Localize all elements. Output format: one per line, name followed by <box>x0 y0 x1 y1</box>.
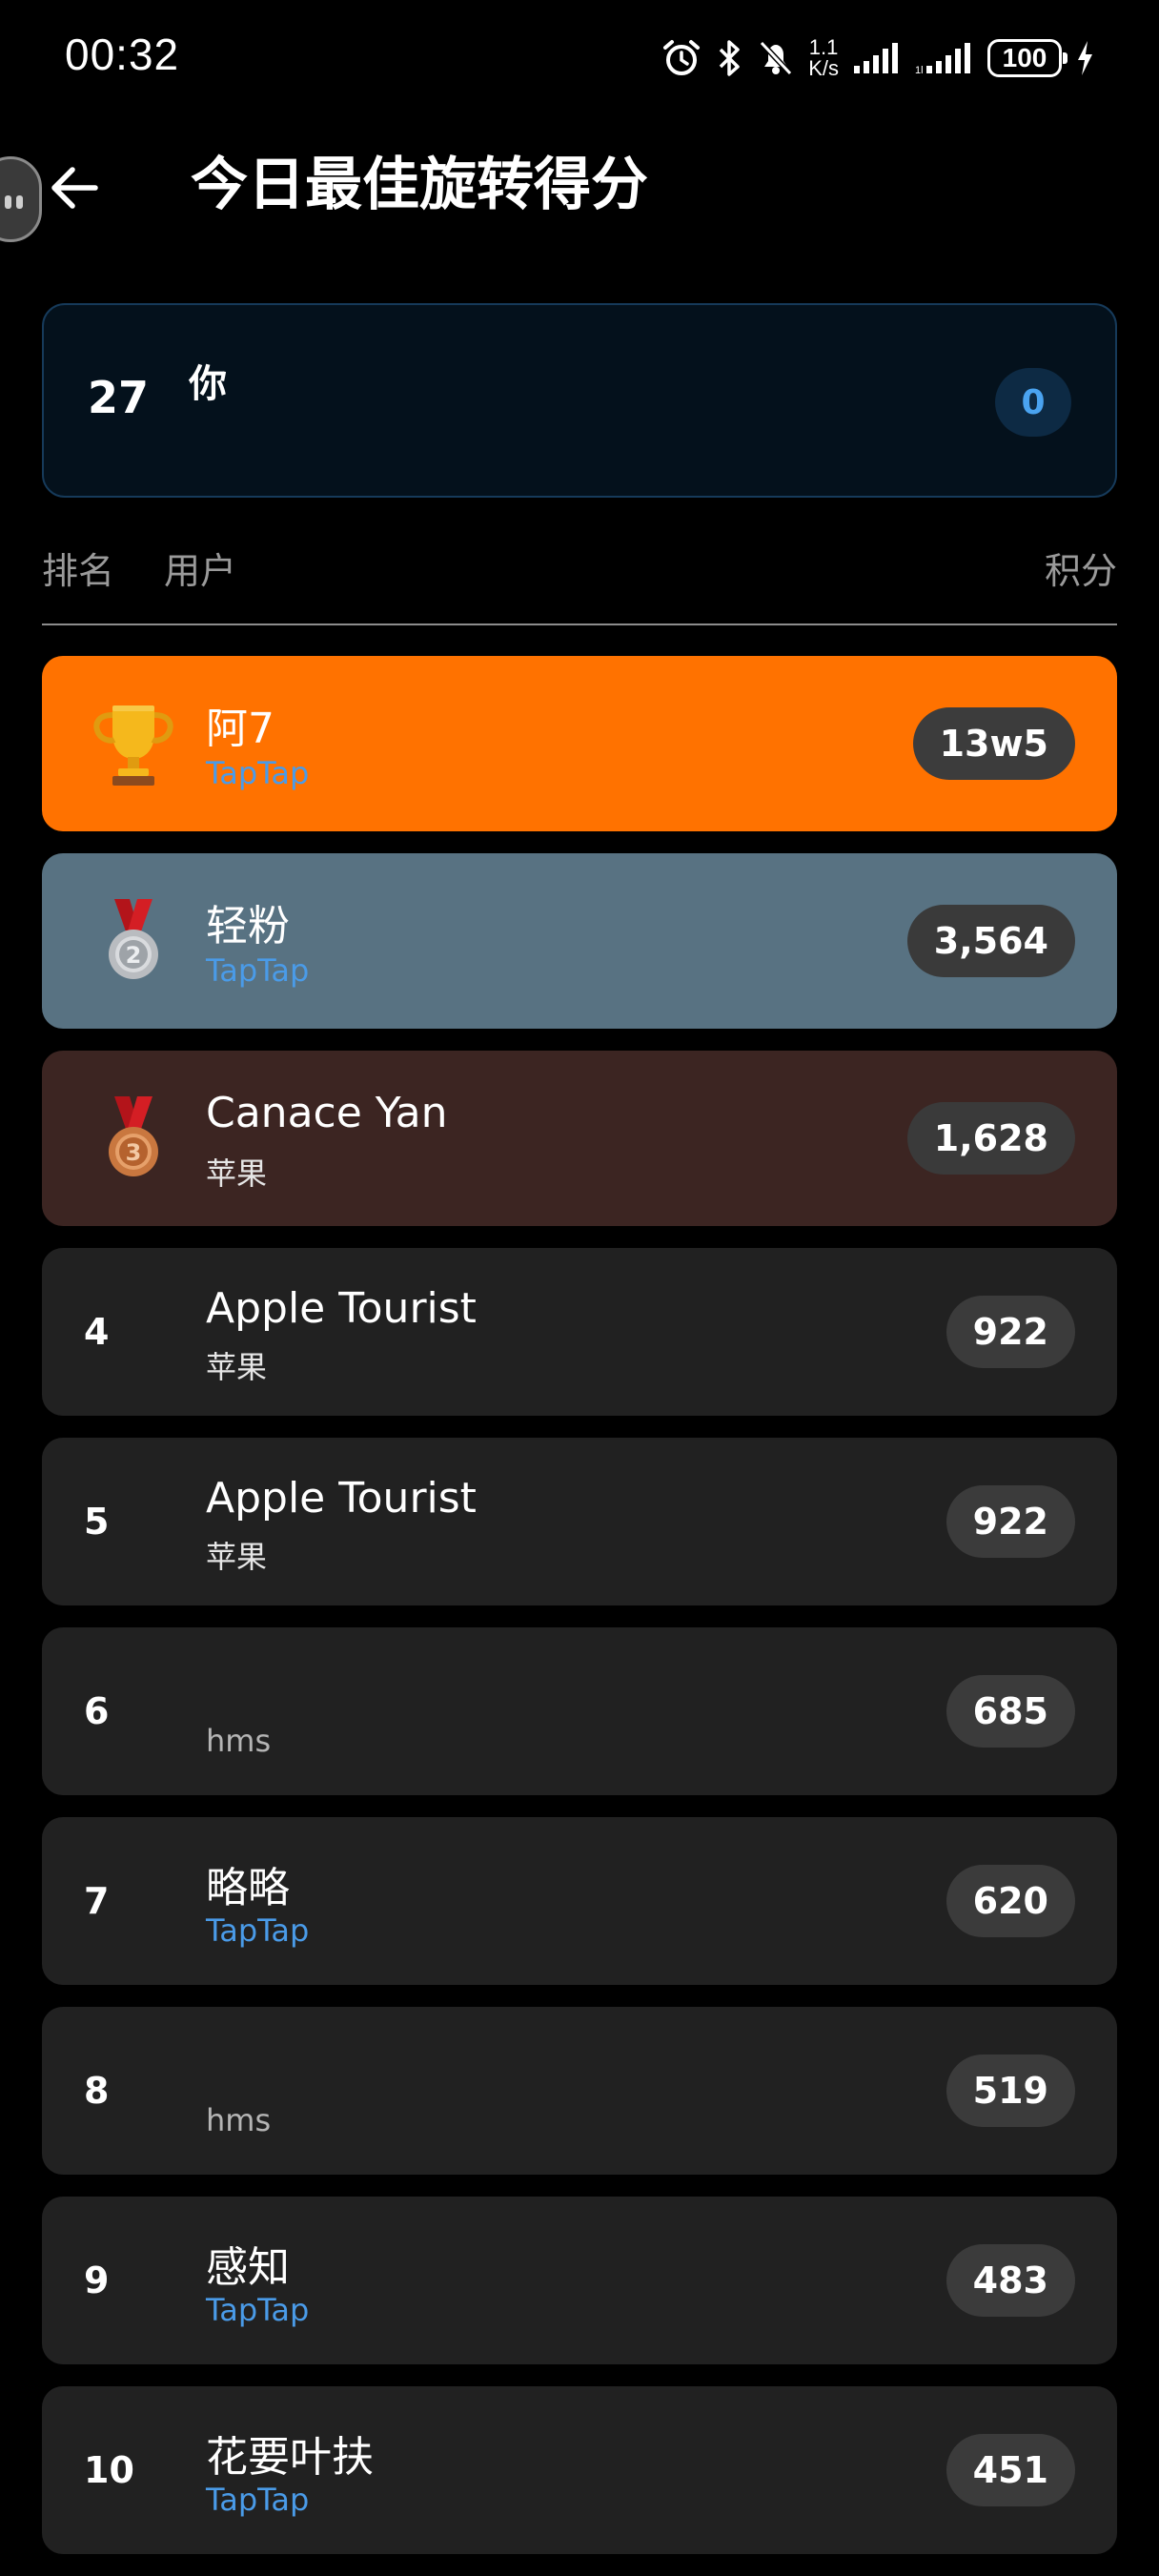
charging-icon <box>1075 39 1094 77</box>
row-rank: 4 <box>84 1311 110 1353</box>
bluetooth-icon <box>715 38 743 78</box>
row-rank: 8 <box>84 2070 110 2112</box>
status-time: 00:32 <box>65 30 180 79</box>
column-header-user: 用户 <box>164 550 237 592</box>
svg-text:1l: 1l <box>915 65 924 75</box>
row-rank: 7 <box>84 1880 110 1922</box>
row-score-badge: 519 <box>946 2055 1075 2127</box>
back-button[interactable] <box>46 154 103 221</box>
row-name: 感知 <box>206 2243 290 2292</box>
row-score-badge: 13w5 <box>912 707 1075 780</box>
row-name: 略略 <box>206 1864 290 1912</box>
net-speed: 1.1 K/s <box>808 35 839 80</box>
row-name: 轻粉 <box>206 902 290 951</box>
row-score-badge: 922 <box>946 1296 1075 1368</box>
row-source: hms <box>206 2102 272 2138</box>
row-rank: 9 <box>84 2259 110 2301</box>
leaderboard-row[interactable]: 5 Apple Tourist 苹果 922 <box>42 1438 1117 1605</box>
row-name: Apple Tourist <box>206 1284 477 1333</box>
my-rank-card: 27 你 0 <box>42 303 1117 498</box>
leaderboard-row[interactable]: 7 略略 TapTap 620 <box>42 1817 1117 1985</box>
row-name: 阿7 <box>206 705 274 753</box>
row-source: hms <box>206 1723 272 1759</box>
page-title: 今日最佳旋转得分 <box>191 152 648 218</box>
row-score-badge: 620 <box>946 1865 1075 1937</box>
row-source: TapTap <box>206 952 310 989</box>
silver-medal-icon: 2 <box>88 893 179 989</box>
row-source: 苹果 <box>206 1349 268 1385</box>
leaderboard-row[interactable]: 阿7 TapTap 13w5 <box>42 656 1117 831</box>
row-source: TapTap <box>206 2482 310 2518</box>
floating-ball-handle[interactable] <box>0 156 42 242</box>
arrow-left-icon <box>51 167 98 209</box>
leaderboard-row[interactable]: 8 hms 519 <box>42 2007 1117 2175</box>
svg-text:3: 3 <box>126 1139 142 1166</box>
status-bar: 00:32 1.1 K/s 1l 100 <box>0 0 1159 114</box>
bronze-medal-icon: 3 <box>88 1091 179 1186</box>
leaderboard-row[interactable]: 3 Canace Yan 苹果 1,628 <box>42 1051 1117 1226</box>
trophy-icon <box>88 696 179 791</box>
svg-text:2: 2 <box>126 942 142 969</box>
row-source: 苹果 <box>206 1155 268 1192</box>
leaderboard-row[interactable]: 6 hms 685 <box>42 1627 1117 1795</box>
row-name: Canace Yan <box>206 1089 448 1137</box>
signal-icon <box>852 41 902 75</box>
leaderboard-row[interactable]: 10 花要叶扶 TapTap 451 <box>42 2386 1117 2554</box>
signal-2-icon: 1l <box>915 41 974 75</box>
row-source: TapTap <box>206 755 310 791</box>
battery-icon: 100 <box>987 39 1068 77</box>
row-score-badge: 1,628 <box>906 1102 1075 1175</box>
leaderboard-row[interactable]: 9 感知 TapTap 483 <box>42 2197 1117 2364</box>
row-source: 苹果 <box>206 1539 268 1575</box>
column-header-score: 积分 <box>1044 550 1117 592</box>
row-score-badge: 483 <box>946 2244 1075 2317</box>
row-rank: 10 <box>84 2449 134 2491</box>
row-source: TapTap <box>206 1912 310 1949</box>
alarm-icon <box>661 38 702 78</box>
mute-icon <box>757 38 795 78</box>
row-score-badge: 3,564 <box>906 905 1075 977</box>
leaderboard-row[interactable]: 4 Apple Tourist 苹果 922 <box>42 1248 1117 1416</box>
header-divider <box>42 624 1117 625</box>
row-source: TapTap <box>206 2292 310 2328</box>
column-header-rank: 排名 <box>42 550 115 592</box>
row-name: 花要叶扶 <box>206 2433 374 2482</box>
leaderboard-row[interactable]: 2 轻粉 TapTap 3,564 <box>42 853 1117 1029</box>
status-icons: 1.1 K/s 1l 100 <box>661 34 1094 82</box>
row-name: Apple Tourist <box>206 1474 477 1523</box>
row-score-badge: 451 <box>946 2434 1075 2506</box>
row-score-badge: 922 <box>946 1485 1075 1558</box>
leaderboard-list: 阿7 TapTap 13w5 2 轻粉 TapTap 3,564 3 Canac… <box>42 656 1117 2576</box>
my-score-badge: 0 <box>995 368 1071 437</box>
row-score-badge: 685 <box>946 1675 1075 1748</box>
my-rank-number: 27 <box>88 372 150 423</box>
row-rank: 6 <box>84 1690 110 1732</box>
row-rank: 5 <box>84 1501 110 1543</box>
my-name: 你 <box>189 362 227 406</box>
